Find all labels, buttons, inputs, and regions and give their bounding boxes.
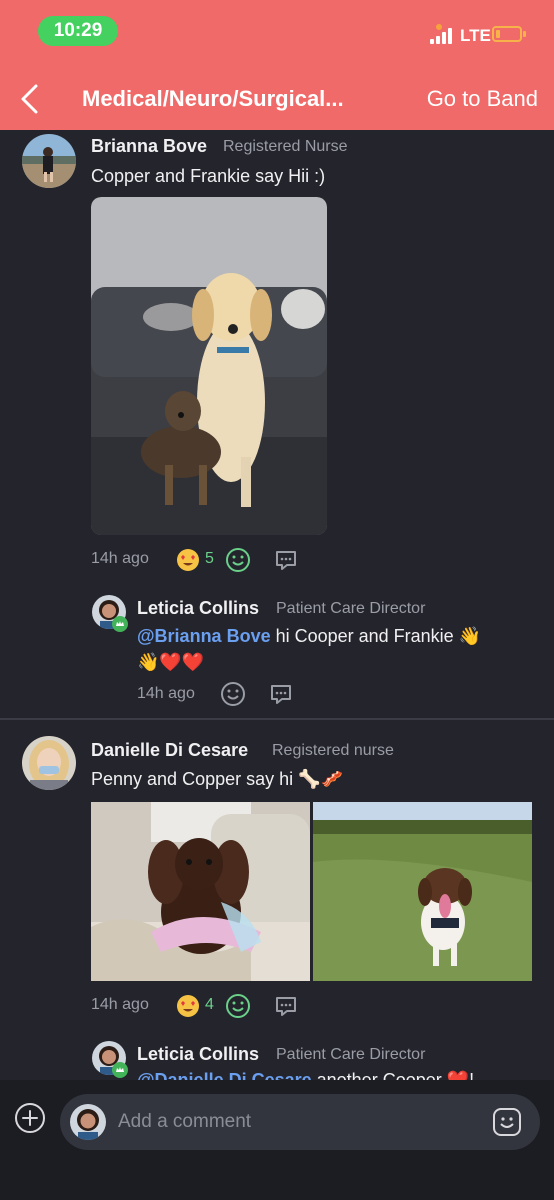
post-timestamp: 14h ago [91, 996, 149, 1013]
reply-text-content: hi Cooper and Frankie 👋 [270, 626, 482, 646]
reply-text-line-2: 👋❤️❤️ [137, 652, 205, 672]
page-title: Medical/Neuro/Surgical... [82, 86, 344, 111]
reply-author[interactable]: Leticia Collins [137, 598, 259, 619]
post-photo-right[interactable] [313, 802, 532, 981]
heart-eyes-emoji-icon[interactable] [176, 548, 200, 572]
post-author-role: Registered Nurse [223, 138, 348, 155]
comment-composer: Add a comment [0, 1080, 554, 1200]
status-time: 10:29 [38, 16, 118, 46]
post-photo[interactable] [91, 197, 327, 535]
reply-author-role: Patient Care Director [276, 600, 426, 617]
post-author[interactable]: Brianna Bove [91, 136, 207, 157]
add-reaction-smiley-icon[interactable] [225, 993, 251, 1019]
add-reaction-smiley-icon[interactable] [220, 681, 246, 707]
add-reaction-smiley-icon[interactable] [225, 547, 251, 573]
reply-mention[interactable]: @Danielle Di Cesare [137, 1070, 312, 1080]
reply-author-role: Patient Care Director [276, 1046, 426, 1063]
battery-icon [492, 26, 526, 42]
avatar[interactable] [22, 134, 76, 188]
crown-badge-icon [112, 1062, 128, 1078]
comment-bubble-icon[interactable] [274, 994, 298, 1018]
heart-eyes-emoji-icon[interactable] [176, 994, 200, 1018]
comment-input[interactable]: Add a comment [60, 1094, 540, 1150]
post-feed[interactable]: Brianna Bove Registered Nurse Copper and… [0, 130, 554, 1080]
reply-text-content: another Cooper ❤️! [311, 1070, 475, 1080]
sticker-smiley-icon[interactable] [492, 1107, 522, 1137]
reply-text: @Danielle Di Cesare another Cooper ❤️! [137, 1070, 474, 1080]
comment-placeholder: Add a comment [118, 1111, 252, 1132]
comment-bubble-icon[interactable] [269, 682, 293, 706]
go-to-band-button[interactable]: Go to Band [427, 86, 538, 112]
add-attachment-plus-icon[interactable] [14, 1102, 46, 1134]
reply-timestamp: 14h ago [137, 685, 195, 702]
post-author-role: Registered nurse [272, 742, 394, 759]
comment-bubble-icon[interactable] [274, 548, 298, 572]
reply-mention[interactable]: @Brianna Bove [137, 626, 271, 646]
avatar[interactable] [22, 736, 76, 790]
post-timestamp: 14h ago [91, 550, 149, 567]
reply-author[interactable]: Leticia Collins [137, 1044, 259, 1065]
back-arrow-icon[interactable] [18, 83, 42, 115]
reaction-count[interactable]: 4 [205, 996, 214, 1014]
navigation-bar: Medical/Neuro/Surgical... Go to Band [0, 74, 554, 124]
my-avatar [70, 1104, 106, 1140]
network-label: LTE [460, 26, 491, 45]
status-bar: 10:29 LTE [0, 14, 554, 48]
post-divider [0, 718, 554, 720]
post-photo-left[interactable] [91, 802, 310, 981]
signal-icon [430, 28, 456, 44]
post-author[interactable]: Danielle Di Cesare [91, 740, 248, 761]
post-text: Penny and Copper say hi 🦴🥓 [91, 769, 343, 789]
crown-badge-icon [112, 616, 128, 632]
reply-text: @Brianna Bove hi Cooper and Frankie 👋 [137, 626, 481, 647]
top-bar: 10:29 LTE Medical/Neuro/Surgical... Go t… [0, 0, 554, 130]
reaction-count[interactable]: 5 [205, 550, 214, 568]
post-text: Copper and Frankie say Hii :) [91, 166, 326, 186]
